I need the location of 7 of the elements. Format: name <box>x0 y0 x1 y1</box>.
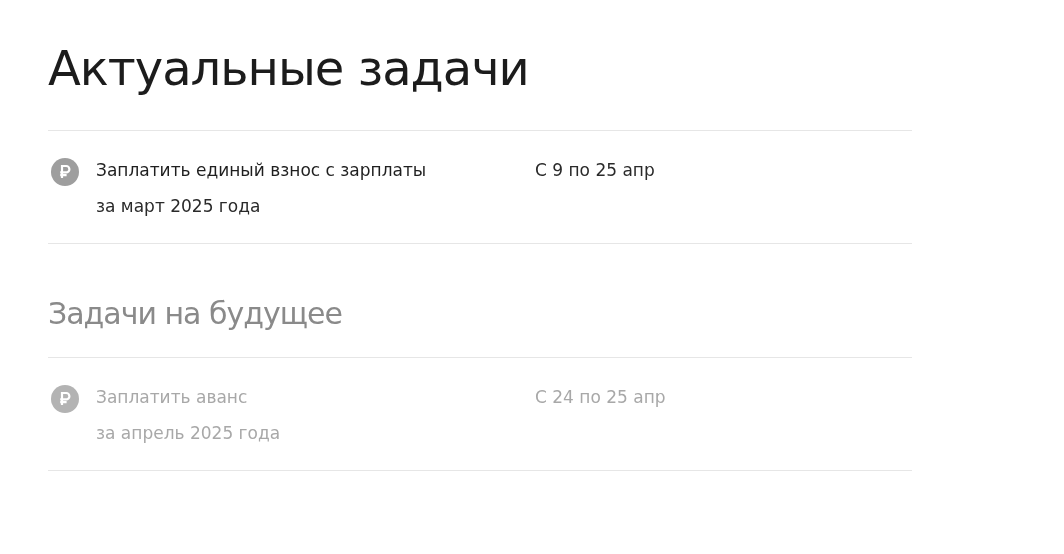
task-subtitle: за апрель 2025 года <box>96 422 282 445</box>
task-period: С 9 по 25 апр <box>535 159 656 182</box>
task-title[interactable]: Заплатить единый взнос с зарплаты <box>96 157 535 183</box>
section-heading: Задачи на будущее <box>48 296 343 333</box>
section-heading: Актуальные задачи <box>48 40 530 98</box>
task-subtitle: за март 2025 года <box>96 195 262 218</box>
task-period: С 24 по 25 апр <box>535 386 667 409</box>
